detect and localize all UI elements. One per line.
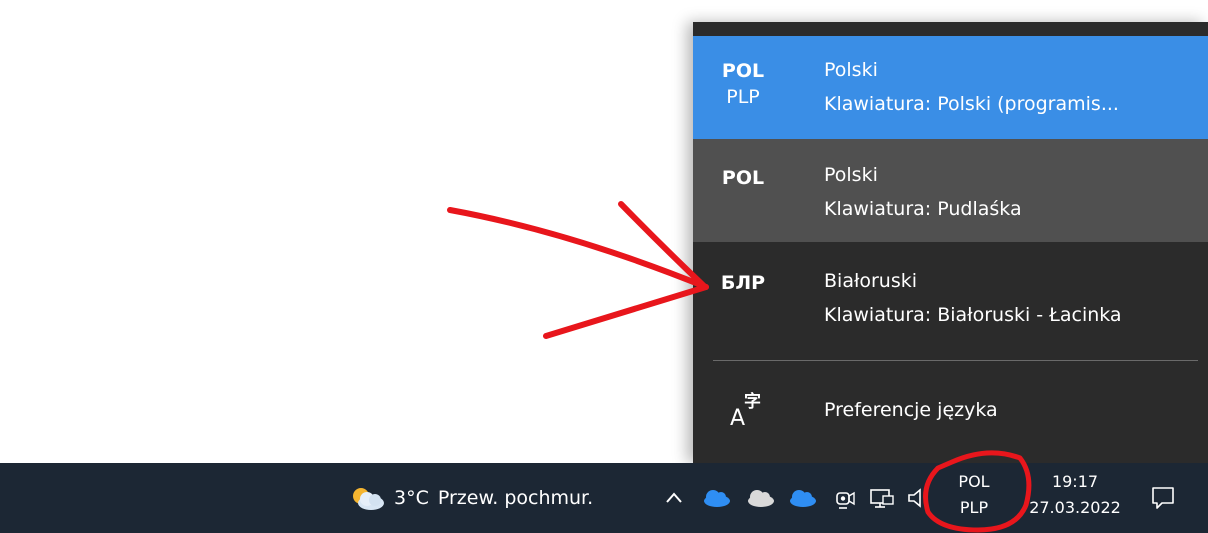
keyboard-name: Klawiatura: Białoruski - Łacinka (824, 304, 1122, 326)
clock[interactable]: 19:17 27.03.2022 (1020, 469, 1130, 521)
desktop: POL PLP Polski Klawiatura: Polski (progr… (0, 0, 1208, 533)
language-code: POL PLP (693, 58, 793, 110)
network-icon[interactable] (868, 485, 896, 511)
language-text: Polski Klawiatura: Polski (programis... (824, 53, 1119, 121)
taskbar: 3°C Przew. pochmur. POL PLP 19:17 27.03.… (0, 463, 1208, 533)
keyboard-name: Klawiatura: Polski (programis... (824, 93, 1119, 115)
annotation-arrow-head-stroke (618, 201, 707, 289)
keyboard-name: Klawiatura: Pudlaśka (824, 198, 1022, 220)
clock-date: 27.03.2022 (1029, 498, 1121, 517)
action-center-icon[interactable] (1148, 483, 1178, 513)
partly-cloudy-icon (353, 488, 384, 510)
onedrive-icon[interactable] (786, 485, 818, 511)
weather-widget[interactable]: 3°C Przew. pochmur. (348, 483, 593, 513)
language-name: Białoruski (824, 270, 918, 292)
language-flyout: POL PLP Polski Klawiatura: Polski (progr… (693, 22, 1208, 463)
flyout-top-edge (693, 22, 1208, 36)
volume-icon[interactable] (906, 485, 934, 511)
language-preferences-label: Preferencje języka (824, 399, 998, 421)
chevron-up-icon[interactable] (664, 485, 684, 511)
clock-time: 19:17 (1051, 472, 1099, 491)
language-preferences-icon: A 字 (730, 391, 761, 428)
language-text: Białoruski Klawiatura: Białoruski - Łaci… (824, 264, 1122, 332)
annotation-arrow-upper-stroke (447, 207, 709, 290)
weather-condition: Przew. pochmur. (437, 487, 594, 509)
onedrive-icon[interactable] (700, 485, 732, 511)
language-item-polski-programisty[interactable]: POL PLP Polski Klawiatura: Polski (progr… (693, 36, 1208, 139)
svg-text:A: A (730, 406, 745, 428)
language-abbr: БЛР (720, 272, 766, 294)
annotation-arrow-lower-stroke (543, 284, 709, 339)
onedrive-icon[interactable] (744, 485, 776, 511)
layout-abbr: PLP (726, 86, 760, 108)
language-abbr: POL (721, 60, 765, 82)
language-item-bialoruski[interactable]: БЛР Białoruski Klawiatura: Białoruski - … (693, 242, 1208, 345)
weather-temperature: 3°C (394, 487, 429, 509)
language-code: POL (693, 165, 793, 191)
meet-now-icon[interactable] (834, 485, 856, 511)
input-language-indicator[interactable]: POL PLP (943, 469, 1005, 521)
language-item-polski-pudlaska[interactable]: POL Polski Klawiatura: Pudlaśka (693, 139, 1208, 242)
language-name: Polski (824, 164, 878, 186)
input-language: POL (958, 472, 990, 491)
svg-text:字: 字 (744, 391, 761, 412)
language-preferences-link[interactable]: A 字 Preferencje języka (693, 372, 1208, 452)
language-abbr: POL (721, 167, 765, 189)
language-name: Polski (824, 59, 878, 81)
input-layout: PLP (959, 498, 989, 517)
flyout-divider (713, 360, 1198, 361)
language-code: БЛР (693, 270, 793, 296)
language-text: Polski Klawiatura: Pudlaśka (824, 158, 1022, 226)
